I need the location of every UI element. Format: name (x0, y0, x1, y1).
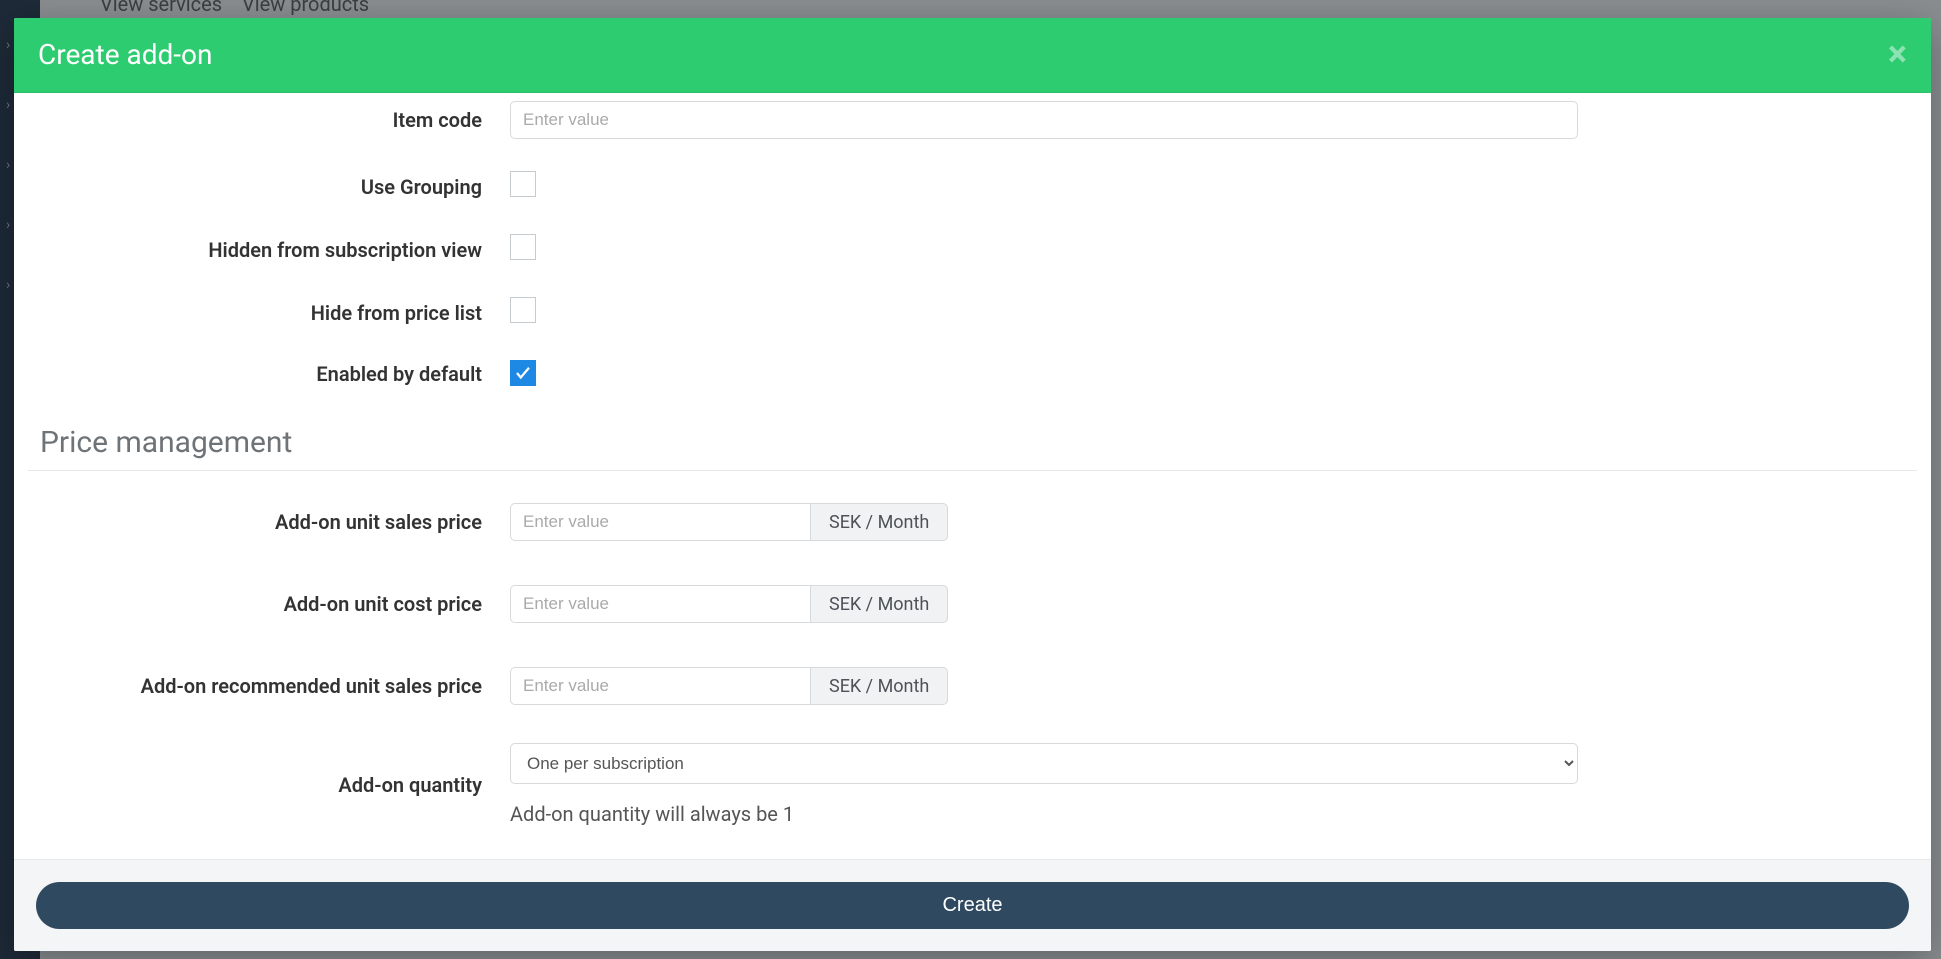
item-code-input[interactable] (510, 101, 1578, 139)
cost-price-unit: SEK / Month (810, 585, 948, 623)
price-management-heading: Price management (28, 403, 1917, 471)
recommended-price-unit: SEK / Month (810, 667, 948, 705)
modal-header: Create add-on × (14, 18, 1931, 93)
hidden-subscription-checkbox[interactable] (510, 234, 536, 260)
enabled-default-checkbox[interactable] (510, 360, 536, 386)
create-button[interactable]: Create (36, 882, 1909, 929)
quantity-select[interactable]: One per subscription (510, 743, 1578, 784)
recommended-price-label: Add-on recommended unit sales price (22, 674, 482, 698)
view-services-link[interactable]: View services (100, 0, 222, 16)
hide-pricelist-checkbox[interactable] (510, 297, 536, 323)
hidden-subscription-label: Hidden from subscription view (22, 238, 482, 262)
create-addon-modal: Create add-on × Item code Use Grouping H… (14, 18, 1931, 951)
modal-title: Create add-on (38, 38, 212, 71)
quantity-help-text: Add-on quantity will always be 1 (510, 802, 1603, 826)
item-code-label: Item code (22, 108, 482, 132)
close-icon[interactable]: × (1888, 36, 1907, 72)
recommended-price-input[interactable] (510, 667, 810, 705)
sales-price-unit: SEK / Month (810, 503, 948, 541)
modal-body[interactable]: Item code Use Grouping Hidden from subsc… (14, 93, 1931, 859)
modal-footer: Create (14, 859, 1931, 951)
use-grouping-label: Use Grouping (22, 175, 482, 199)
hide-pricelist-label: Hide from price list (22, 301, 482, 325)
quantity-label: Add-on quantity (22, 773, 482, 797)
sales-price-input[interactable] (510, 503, 810, 541)
cost-price-input[interactable] (510, 585, 810, 623)
use-grouping-checkbox[interactable] (510, 171, 536, 197)
cost-price-label: Add-on unit cost price (22, 592, 482, 616)
view-products-link[interactable]: View products (242, 0, 369, 16)
enabled-default-label: Enabled by default (22, 362, 482, 386)
sales-price-label: Add-on unit sales price (22, 510, 482, 534)
